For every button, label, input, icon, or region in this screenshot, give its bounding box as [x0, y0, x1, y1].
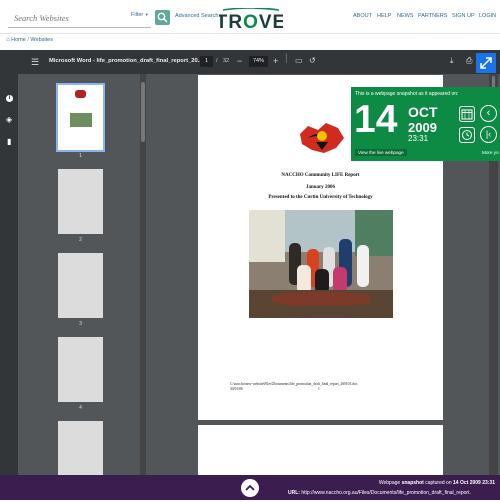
- snapshot-month: OCT: [408, 104, 438, 120]
- scroll-up-button[interactable]: [241, 479, 259, 497]
- thumbnail-page-3[interactable]: [58, 253, 103, 318]
- chevron-up-icon: [245, 484, 255, 491]
- expand-icon: [480, 57, 492, 69]
- nav-login[interactable]: LOGIN: [479, 13, 496, 19]
- clock-icon: [462, 130, 472, 140]
- calendar-icon: [461, 109, 473, 120]
- breadcrumb-websites[interactable]: Websites: [30, 37, 53, 43]
- first-button[interactable]: |‹: [480, 126, 497, 143]
- thumbnail-page-1[interactable]: [56, 83, 105, 152]
- bookmark-icon[interactable]: ▮: [7, 138, 11, 146]
- thumbnail-pane: 1 2 3 4: [18, 74, 146, 475]
- site-header: Filter ▼ Advanced Search TROVE ABOUT HEL…: [0, 0, 500, 34]
- clock-button[interactable]: [459, 127, 475, 143]
- snapshot-footer: Webpage snapshot captured on 14 Oct 2009…: [0, 475, 500, 500]
- chevron-left-icon: ‹: [486, 107, 491, 119]
- footer-captured: captured on: [425, 480, 452, 486]
- snapshot-year: 2009: [408, 120, 437, 135]
- menu-icon[interactable]: ☰: [31, 58, 39, 67]
- svg-text:TROVE: TROVE: [219, 12, 283, 30]
- filter-dropdown[interactable]: Filter ▼: [131, 12, 149, 18]
- naccho-logo: [300, 123, 344, 153]
- breadcrumb-home[interactable]: Home: [11, 37, 26, 43]
- breadcrumb-separator: /: [27, 37, 29, 43]
- thumbnail-number: 3: [79, 321, 82, 327]
- zoom-level[interactable]: 74%: [249, 56, 268, 67]
- zoom-out-icon[interactable]: −: [237, 57, 242, 66]
- nav-help[interactable]: HELP: [377, 13, 391, 19]
- page-total: 32: [223, 58, 230, 64]
- side-rail: i ◈ ▮: [0, 74, 18, 475]
- footer-date: 14 Oct 2009 23:31: [453, 480, 495, 486]
- snapshot-url-line: URL: http://www.naccho.org.au/Files/Docu…: [288, 490, 471, 496]
- footer-snapshot: snapshot: [401, 480, 424, 486]
- previous-button[interactable]: ‹: [480, 105, 497, 122]
- snapshot-time: 23:31: [408, 134, 429, 143]
- print-icon[interactable]: ⎙: [466, 57, 472, 65]
- trove-logo[interactable]: TROVE: [216, 7, 285, 33]
- thumbnail-scrollbar[interactable]: [140, 74, 146, 475]
- scrollbar-thumb[interactable]: [141, 82, 145, 142]
- fit-page-icon[interactable]: ▭: [295, 57, 303, 65]
- search-box: [8, 8, 151, 28]
- doc-footer-page: 1: [318, 387, 320, 391]
- pdf-toolbar: ☰ Microsoft Word - life_promotion_draft_…: [0, 50, 500, 74]
- snapshot-caption: This is a webpage snapshot as it appeare…: [355, 91, 459, 97]
- chevron-first-icon: |‹: [485, 129, 492, 139]
- snapshot-panel: This is a webpage snapshot as it appeare…: [351, 87, 500, 161]
- filter-label: Filter: [131, 12, 144, 18]
- breadcrumb: ⌂ Home / Websites: [6, 37, 53, 43]
- expand-button[interactable]: [476, 53, 496, 73]
- doc-title: NACCHO Community LIFE Report: [281, 173, 360, 178]
- thumb-logo: [75, 90, 86, 98]
- nav-sign-up[interactable]: SIGN UP: [452, 13, 475, 19]
- home-icon: ⌂: [6, 37, 10, 43]
- info-icon[interactable]: i: [6, 95, 13, 102]
- pdf-title: Microsoft Word - life_promotion_draft_fi…: [49, 58, 203, 64]
- nav-news[interactable]: NEWS: [397, 13, 414, 19]
- snapshot-day: 14: [354, 98, 398, 141]
- more-link[interactable]: More yo: [482, 150, 499, 155]
- doc-presented: Presented to the Curtin University of Te…: [268, 195, 373, 200]
- pdf-page-2: [198, 425, 443, 475]
- doc-date: January 2006: [305, 185, 336, 190]
- footer-url[interactable]: http://www.naccho.org.au/Files/Documents…: [301, 490, 471, 496]
- nav-about[interactable]: ABOUT: [353, 13, 372, 19]
- footer-url-label: URL:: [288, 490, 300, 496]
- zoom-in-icon[interactable]: +: [273, 57, 278, 66]
- thumbnail-page-2[interactable]: [58, 169, 103, 234]
- advanced-search-link[interactable]: Advanced Search: [175, 13, 218, 19]
- rotate-icon[interactable]: ↺: [309, 57, 316, 65]
- calendar-button[interactable]: [459, 106, 475, 122]
- doc-footer-ts: 30/01/06: [230, 387, 243, 391]
- thumbnail-page-5[interactable]: [58, 421, 103, 475]
- thumb-photo: [70, 113, 92, 127]
- search-button[interactable]: [155, 10, 170, 25]
- view-live-link[interactable]: View the live webpage: [355, 149, 407, 156]
- thumbnail-page-4[interactable]: [58, 337, 103, 402]
- page-number-input[interactable]: 1: [200, 56, 213, 67]
- thumbnail-number: 4: [79, 405, 82, 411]
- page-separator: /: [216, 58, 218, 64]
- thumbnail-number: 2: [79, 237, 82, 243]
- group-photo: [249, 210, 393, 318]
- nav-partners[interactable]: PARTNERS: [418, 13, 447, 19]
- doc-footer-path: C:\naccho\new website\Files\Documents\li…: [230, 382, 358, 386]
- snapshot-capture-line: Webpage snapshot captured on 14 Oct 2009…: [379, 480, 495, 486]
- caret-down-icon: ▼: [144, 12, 149, 17]
- thumbnail-number: 1: [79, 153, 82, 159]
- layers-icon[interactable]: ◈: [6, 116, 12, 124]
- download-icon[interactable]: ⤓: [450, 57, 454, 65]
- search-icon: [157, 12, 168, 23]
- footer-prefix: Webpage: [378, 480, 401, 486]
- toolbar-divider: |: [285, 53, 288, 64]
- search-input[interactable]: [8, 9, 118, 27]
